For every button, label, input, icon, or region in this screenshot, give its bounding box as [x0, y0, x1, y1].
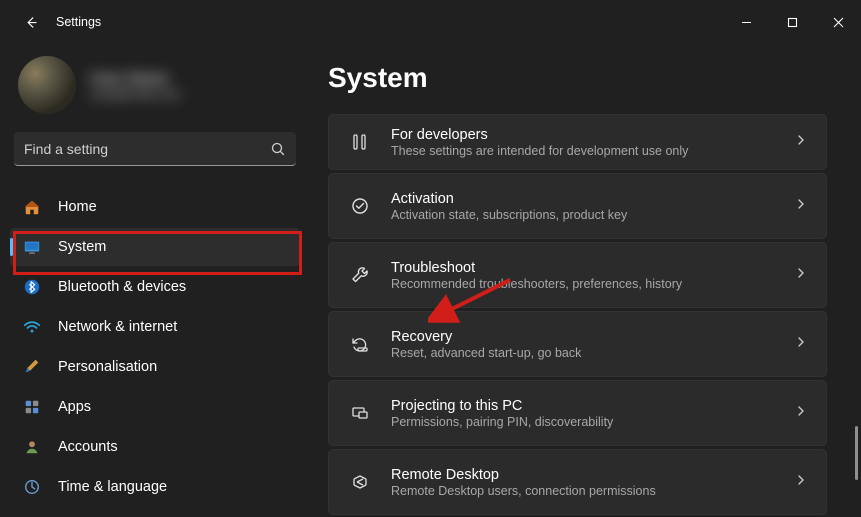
sidebar-item-system[interactable]: System — [10, 228, 300, 266]
clock-globe-icon — [22, 477, 42, 497]
developers-icon — [347, 132, 373, 152]
scrollbar[interactable] — [855, 144, 859, 484]
sidebar-item-apps[interactable]: Apps — [10, 388, 300, 426]
profile-name: User Name user@email.com — [90, 70, 180, 101]
bluetooth-icon — [22, 277, 42, 297]
minimize-button[interactable] — [723, 5, 769, 39]
search-icon — [270, 141, 286, 157]
close-icon — [833, 17, 844, 28]
setting-card-recovery[interactable]: Recovery Reset, advanced start-up, go ba… — [328, 311, 827, 377]
setting-card-remote-desktop[interactable]: Remote Desktop Remote Desktop users, con… — [328, 449, 827, 515]
remote-desktop-icon — [347, 472, 373, 492]
projecting-icon — [347, 403, 373, 423]
card-desc: Permissions, pairing PIN, discoverabilit… — [391, 415, 794, 429]
sidebar-item-label: Accounts — [58, 439, 118, 455]
chevron-right-icon — [794, 133, 808, 152]
nav: Home System Bluetooth & devices Network … — [10, 188, 300, 506]
card-title: Projecting to this PC — [391, 398, 794, 414]
sidebar-item-home[interactable]: Home — [10, 188, 300, 226]
home-icon — [22, 197, 42, 217]
recovery-icon — [347, 334, 373, 354]
sidebar-item-bluetooth[interactable]: Bluetooth & devices — [10, 268, 300, 306]
avatar — [18, 56, 76, 114]
card-desc: Recommended troubleshooters, preferences… — [391, 277, 794, 291]
settings-list: For developers These settings are intend… — [328, 114, 841, 509]
card-desc: Remote Desktop users, connection permiss… — [391, 484, 794, 498]
page-title: System — [328, 62, 841, 94]
system-icon — [22, 237, 42, 257]
sidebar-item-label: Apps — [58, 399, 91, 415]
minimize-icon — [741, 17, 752, 28]
chevron-right-icon — [794, 473, 808, 492]
setting-card-developers[interactable]: For developers These settings are intend… — [328, 114, 827, 170]
sidebar-item-label: Network & internet — [58, 319, 177, 335]
search-input[interactable] — [24, 141, 270, 157]
card-desc: These settings are intended for developm… — [391, 144, 794, 158]
sidebar-item-label: Bluetooth & devices — [58, 279, 186, 295]
sidebar-item-label: Personalisation — [58, 359, 157, 375]
card-title: Recovery — [391, 329, 794, 345]
chevron-right-icon — [794, 404, 808, 423]
setting-card-troubleshoot[interactable]: Troubleshoot Recommended troubleshooters… — [328, 242, 827, 308]
sidebar-item-personalisation[interactable]: Personalisation — [10, 348, 300, 386]
sidebar-item-label: System — [58, 239, 106, 255]
chevron-right-icon — [794, 335, 808, 354]
card-desc: Reset, advanced start-up, go back — [391, 346, 794, 360]
card-title: Activation — [391, 191, 794, 207]
apps-icon — [22, 397, 42, 417]
search-box[interactable] — [14, 132, 296, 166]
back-button[interactable] — [12, 4, 48, 40]
window-title: Settings — [56, 15, 101, 29]
setting-card-activation[interactable]: Activation Activation state, subscriptio… — [328, 173, 827, 239]
window-controls — [723, 5, 861, 39]
arrow-left-icon — [23, 15, 38, 30]
profile-block[interactable]: User Name user@email.com — [10, 50, 300, 128]
sidebar: User Name user@email.com Home System Blu… — [0, 44, 310, 517]
checkmark-circle-icon — [347, 196, 373, 216]
sidebar-item-network[interactable]: Network & internet — [10, 308, 300, 346]
titlebar: Settings — [0, 0, 861, 44]
setting-card-projecting[interactable]: Projecting to this PC Permissions, pairi… — [328, 380, 827, 446]
card-desc: Activation state, subscriptions, product… — [391, 208, 794, 222]
person-icon — [22, 437, 42, 457]
maximize-button[interactable] — [769, 5, 815, 39]
card-title: For developers — [391, 127, 794, 143]
sidebar-item-time[interactable]: Time & language — [10, 468, 300, 506]
sidebar-item-label: Time & language — [58, 479, 167, 495]
wifi-icon — [22, 317, 42, 337]
sidebar-item-accounts[interactable]: Accounts — [10, 428, 300, 466]
close-button[interactable] — [815, 5, 861, 39]
wrench-icon — [347, 265, 373, 285]
card-title: Remote Desktop — [391, 467, 794, 483]
paintbrush-icon — [22, 357, 42, 377]
chevron-right-icon — [794, 266, 808, 285]
card-title: Troubleshoot — [391, 260, 794, 276]
scrollbar-thumb[interactable] — [855, 426, 858, 480]
content-area: System For developers These settings are… — [310, 44, 861, 517]
sidebar-item-label: Home — [58, 199, 97, 215]
chevron-right-icon — [794, 197, 808, 216]
maximize-icon — [787, 17, 798, 28]
